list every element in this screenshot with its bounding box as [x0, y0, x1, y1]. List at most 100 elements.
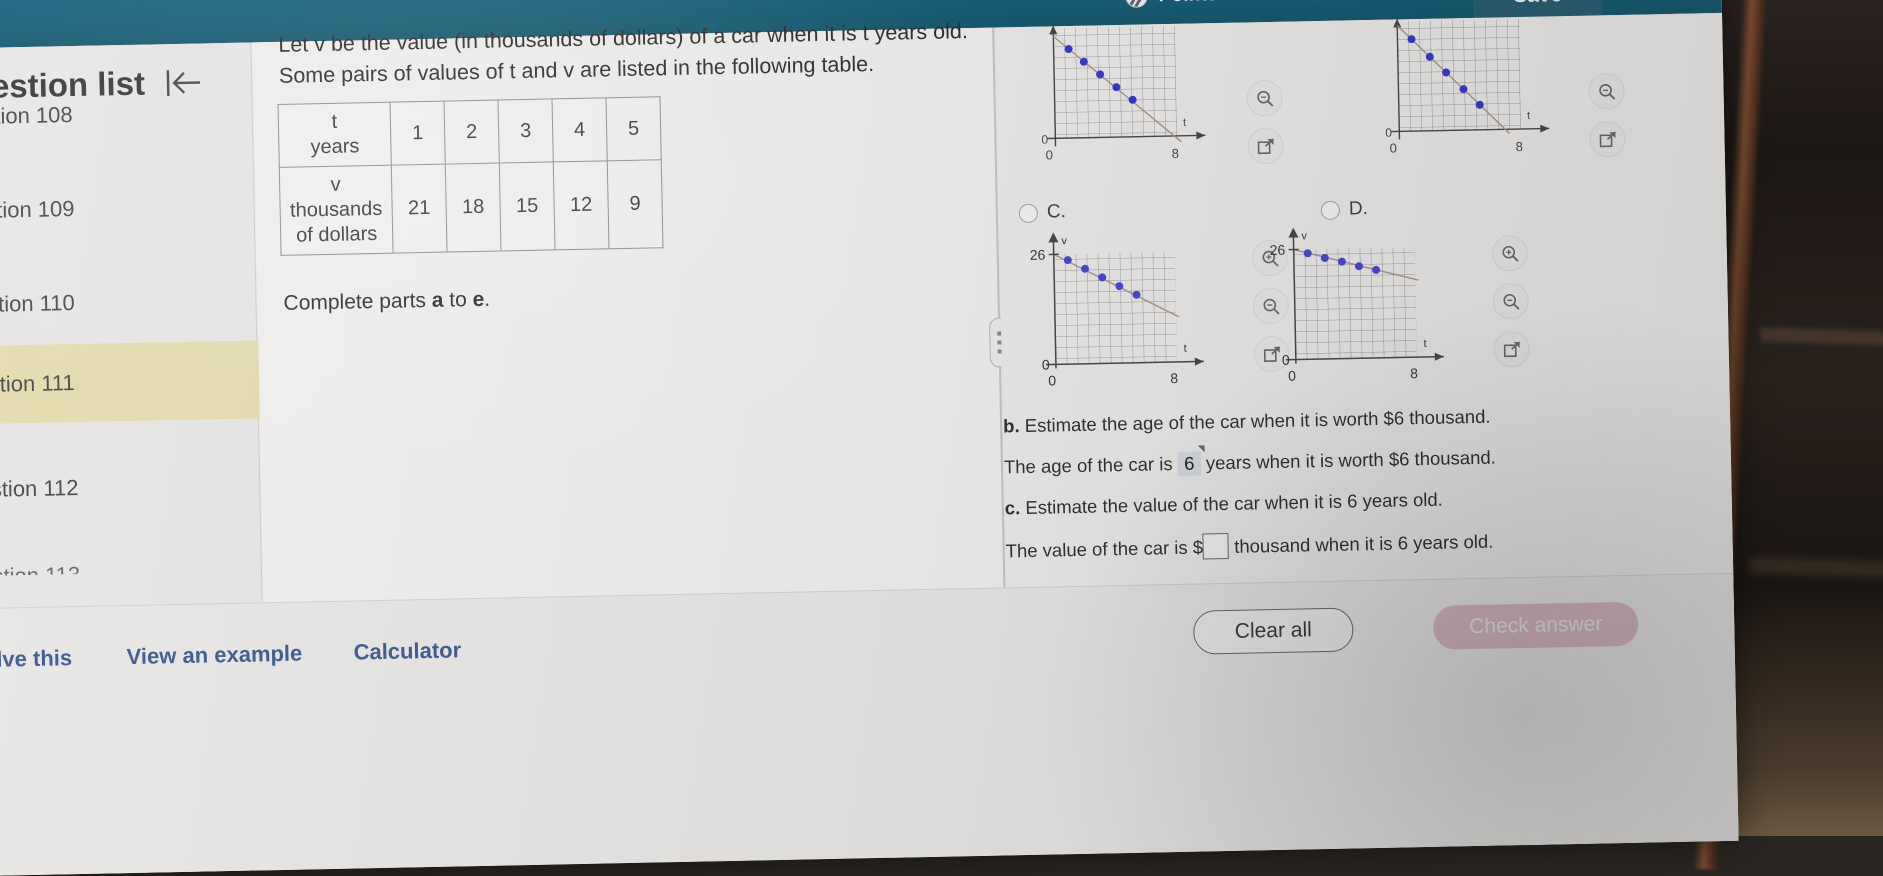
- svg-text:8: 8: [1515, 139, 1523, 154]
- table-cell-v-2: 18: [445, 163, 501, 252]
- graph-choice-a[interactable]: 0 0 8 t: [1031, 21, 1234, 185]
- graph-d-plot: 26 0 0 8 t v: [1249, 218, 1472, 387]
- svg-text:26: 26: [1030, 247, 1046, 263]
- part-c-answer-sentence: The value of the car is $ thousand when …: [1005, 528, 1493, 564]
- part-b-sentence-after: years when it is worth $6 thousand.: [1206, 447, 1496, 474]
- question-prompt: Let v be the value (in thousands of doll…: [278, 16, 969, 91]
- zoom-out-icon[interactable]: [1492, 283, 1529, 320]
- table-cell-v-3: 15: [499, 162, 555, 251]
- help-me-solve-this-button[interactable]: solve this: [0, 645, 72, 673]
- graph-choice-b[interactable]: 0 0 8 t: [1375, 14, 1578, 178]
- table-cell-t-2: 2: [444, 100, 499, 164]
- calculator-button[interactable]: Calculator: [353, 637, 461, 665]
- points-label: Points:: [1158, 0, 1224, 7]
- part-c-sentence-after: thousand when it is 6 years old.: [1234, 531, 1494, 557]
- complete-parts-instruction: Complete parts a to e.: [283, 288, 490, 316]
- zoom-in-icon[interactable]: [1491, 235, 1528, 272]
- instruction-suffix: .: [484, 288, 490, 311]
- part-c-label: c.: [1005, 497, 1021, 518]
- table-header-v: v thousands of dollars: [279, 165, 393, 255]
- graph-choice-c[interactable]: 26 0 0 8 t v: [1009, 223, 1232, 392]
- sidebar-item-label: Question 112: [0, 475, 79, 503]
- points-indicator: Points: 0.6 of 1: [1125, 0, 1300, 8]
- radio-choice-d[interactable]: [1321, 200, 1340, 219]
- bottom-toolbar: solve this View an example Calculator Cl…: [0, 573, 1739, 876]
- table-cell-t-4: 4: [552, 98, 607, 162]
- graph-d-tools: [1491, 235, 1530, 368]
- open-in-new-window-icon[interactable]: [1493, 331, 1530, 368]
- application-screen: Points: 0.6 of 1 Save Question list Ques…: [0, 0, 1739, 876]
- instruction-mid: to: [443, 288, 473, 312]
- values-table: t years 1 2 3 4 5 v thousands of dollars: [278, 96, 664, 256]
- svg-text:0: 0: [1042, 356, 1050, 372]
- table-header-t-line1: t: [331, 111, 337, 133]
- table-cell-v-4: 12: [553, 161, 609, 250]
- sidebar-item-label: Question 111: [0, 370, 75, 398]
- part-b-question: b. Estimate the age of the car when it i…: [1003, 406, 1491, 438]
- choice-c-radio-group[interactable]: C.: [1019, 201, 1066, 224]
- sidebar-item-question-110[interactable]: Question 110: [0, 282, 266, 322]
- check-answer-button[interactable]: Check answer: [1433, 602, 1639, 650]
- svg-text:v: v: [1061, 235, 1067, 247]
- table-cell-t-3: 3: [498, 99, 553, 163]
- open-in-new-window-icon[interactable]: [1589, 121, 1626, 158]
- svg-text:t: t: [1423, 338, 1426, 350]
- svg-text:0: 0: [1389, 140, 1397, 155]
- svg-text:v: v: [1301, 230, 1307, 242]
- graph-a-plot: 0 0 8 t: [1031, 21, 1234, 185]
- part-c-text: Estimate the value of the car when it is…: [1020, 489, 1443, 518]
- table-cell-v-1: 21: [391, 164, 447, 253]
- open-in-new-window-icon[interactable]: [1247, 128, 1284, 165]
- svg-text:0: 0: [1048, 372, 1056, 388]
- part-b-answer-input[interactable]: 6: [1177, 451, 1200, 475]
- table-header-v-line3: of dollars: [296, 223, 378, 247]
- svg-text:0: 0: [1385, 126, 1392, 140]
- sidebar-item-label: Question 108: [0, 102, 73, 130]
- view-an-example-button[interactable]: View an example: [126, 641, 302, 671]
- table-row-v: v thousands of dollars 21 18 15 12 9: [279, 160, 663, 256]
- table-header-v-line1: v: [330, 174, 340, 196]
- sidebar-item-question-111[interactable]: Question 111: [0, 340, 268, 424]
- graph-choice-d[interactable]: 26 0 0 8 t v: [1249, 218, 1472, 387]
- sidebar-item-question-113[interactable]: Question 113: [0, 554, 271, 576]
- sidebar-item-label: Question 113: [0, 562, 80, 577]
- zoom-out-icon[interactable]: [1588, 73, 1625, 110]
- svg-text:26: 26: [1270, 242, 1286, 258]
- instruction-part-e: e: [472, 288, 484, 311]
- svg-text:8: 8: [1172, 146, 1180, 161]
- table-row-t: t years 1 2 3 4 5: [278, 97, 661, 168]
- table-cell-t-1: 1: [390, 101, 445, 165]
- table-cell-v-5: 9: [607, 160, 663, 249]
- sidebar-item-question-109[interactable]: Question 109: [0, 188, 264, 228]
- points-value: 0.6 of 1: [1235, 0, 1300, 6]
- radio-choice-c[interactable]: [1019, 203, 1038, 222]
- svg-text:t: t: [1527, 110, 1530, 122]
- part-c-question: c. Estimate the value of the car when it…: [1005, 489, 1443, 520]
- part-b-sentence-before: The age of the car is: [1004, 453, 1173, 477]
- sidebar-item-label: Question 109: [0, 196, 75, 224]
- sidebar-item-question-112[interactable]: Question 112: [0, 467, 270, 507]
- table-header-v-line2: thousands: [290, 198, 383, 222]
- graph-c-plot: 26 0 0 8 t v: [1009, 223, 1232, 392]
- sidebar-item-question-108[interactable]: Question 108: [0, 94, 262, 134]
- svg-text:0: 0: [1046, 147, 1054, 162]
- part-b-label: b.: [1003, 415, 1020, 436]
- graph-a-tools: [1246, 80, 1284, 165]
- instruction-prefix: Complete parts: [283, 289, 432, 315]
- table-cell-t-5: 5: [606, 97, 661, 161]
- graph-b-plot: 0 0 8 t: [1375, 14, 1578, 178]
- svg-text:0: 0: [1288, 368, 1296, 384]
- part-b-answer-sentence: The age of the car is 6 years when it is…: [1004, 446, 1496, 480]
- svg-text:8: 8: [1170, 370, 1178, 386]
- graph-b-tools: [1588, 73, 1626, 158]
- photographed-screen-scene: Points: 0.6 of 1 Save Question list Ques…: [0, 0, 1883, 836]
- part-c-sentence-before: The value of the car is $: [1005, 536, 1203, 561]
- choice-d-label: D.: [1349, 198, 1368, 219]
- table-header-t-line2: years: [310, 135, 359, 158]
- part-c-answer-input[interactable]: [1203, 533, 1230, 560]
- svg-text:t: t: [1183, 117, 1186, 129]
- choice-d-radio-group[interactable]: D.: [1321, 198, 1368, 221]
- clear-all-button[interactable]: Clear all: [1193, 607, 1354, 654]
- svg-text:0: 0: [1041, 132, 1048, 146]
- zoom-out-icon[interactable]: [1246, 80, 1283, 117]
